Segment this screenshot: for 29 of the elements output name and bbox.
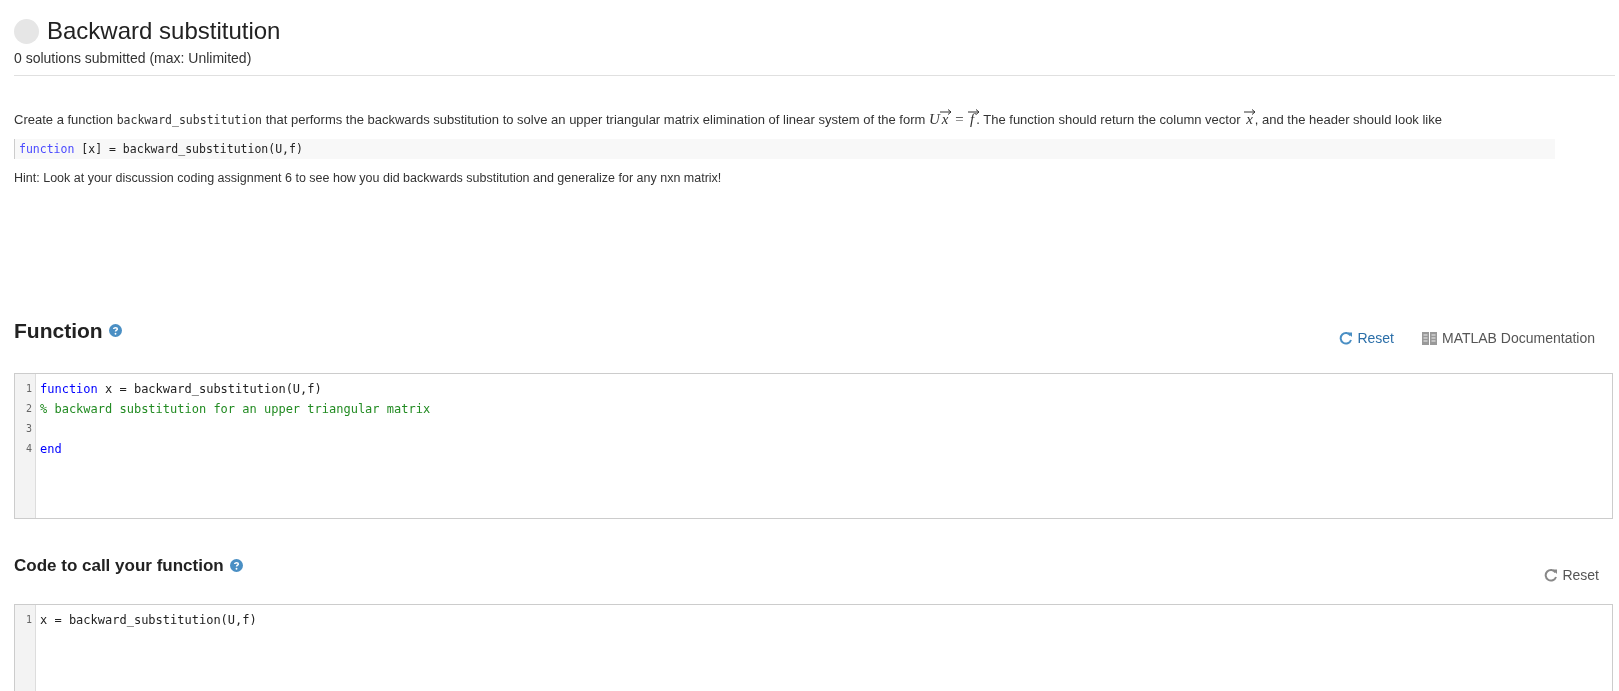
documentation-link[interactable]: MATLAB Documentation: [1421, 327, 1595, 349]
hint-text: Hint: Look at your discussion coding assignment 6 to see how you did backwards substitution and generalize for any nxn matrix!: [14, 170, 722, 187]
line-number: 1: [24, 381, 33, 396]
submission-count: 0 solutions submitted (max: Unlimited): [14, 49, 252, 68]
problem-title: Backward substitution: [47, 16, 281, 46]
code-editor[interactable]: 1 2 3 4 function x = backward_substitution(U,f) % backward substitution for an upper triangular matrix end: [14, 372, 1613, 519]
reset-button[interactable]: Reset: [1544, 564, 1599, 586]
code-line: x = backward_substitution(U,f): [40, 612, 257, 627]
vector-arrow-icon: [968, 109, 981, 115]
line-number: 1: [24, 612, 33, 627]
reset-icon: [1544, 568, 1559, 583]
book-icon: [1421, 331, 1437, 345]
line-number: 2: [24, 401, 33, 416]
code-line: % backward substitution for an upper triangular matrix: [40, 401, 431, 416]
code-editor[interactable]: 1 x = backward_substitution(U,f): [14, 603, 1613, 691]
code-line: function x = backward_substitution(U,f): [40, 381, 322, 396]
vector-arrow-icon: [1244, 109, 1257, 115]
code-line: end: [40, 441, 62, 456]
reset-button[interactable]: Reset: [1339, 327, 1394, 349]
code-snippet: function [x] = backward_substitution(U,f): [14, 139, 1555, 159]
line-number: 4: [24, 441, 33, 456]
reset-icon: [1339, 331, 1354, 346]
help-icon[interactable]: [108, 323, 122, 337]
vector-arrow-icon: [939, 109, 952, 115]
section-heading: Code to call your function: [14, 554, 224, 577]
line-number: 3: [24, 421, 33, 436]
help-icon[interactable]: [229, 558, 243, 572]
problem-description: Create a function backward_substitution that performs the backwards substitution to solve an upper triangular matrix elimination of linear system of the form Ux = f. The function should return the column vector x, and the header should look like: [14, 108, 1443, 129]
section-heading: Function: [14, 317, 103, 344]
